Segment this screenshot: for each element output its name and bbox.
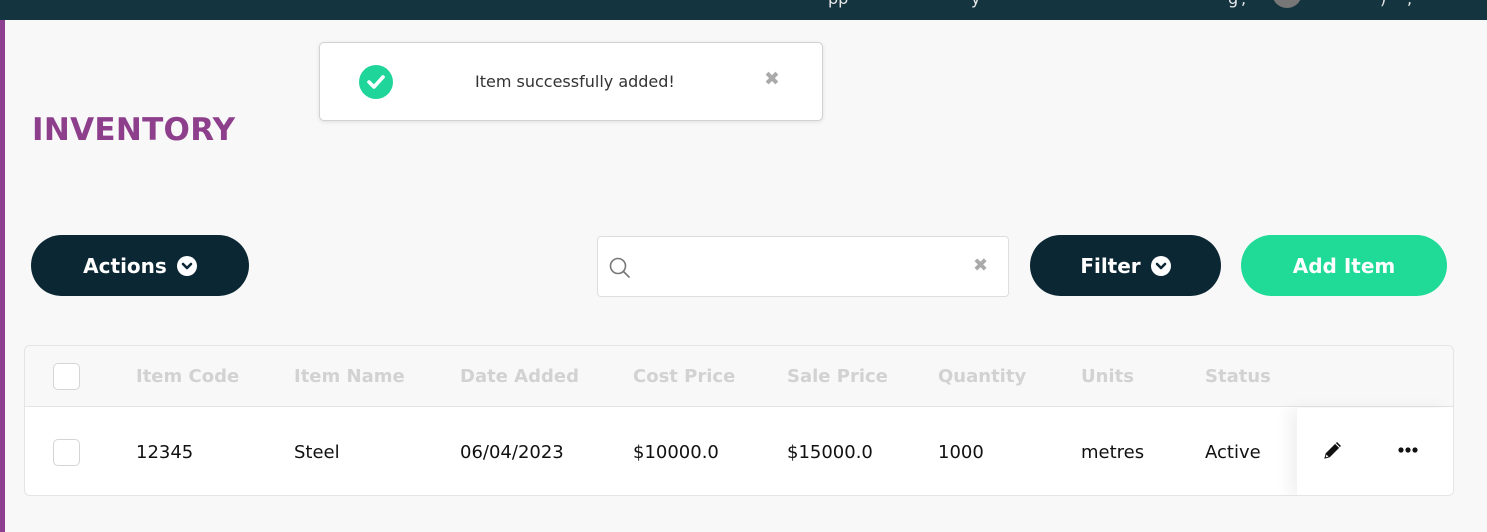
cell-units: metres <box>1081 442 1145 463</box>
filter-label: Filter <box>1080 253 1141 278</box>
select-all-checkbox[interactable] <box>53 363 80 390</box>
table-row[interactable]: 12345 Steel 06/04/2023 $10000.0 $15000.0… <box>25 408 1453 495</box>
more-horizontal-icon[interactable] <box>1397 438 1419 458</box>
add-item-label: Add Item <box>1292 253 1396 278</box>
row-actions <box>1297 408 1453 495</box>
close-icon[interactable]: ✖ <box>764 70 780 89</box>
check-circle-icon <box>359 65 393 99</box>
avatar[interactable] <box>1272 0 1302 8</box>
cell-status: Active <box>1205 442 1261 463</box>
column-header-status[interactable]: Status <box>1205 366 1271 387</box>
search-icon <box>608 256 632 284</box>
column-header-units[interactable]: Units <box>1081 366 1134 387</box>
filter-button[interactable]: Filter <box>1030 235 1221 296</box>
column-header-item-code[interactable]: Item Code <box>136 366 239 387</box>
column-header-cost-price[interactable]: Cost Price <box>633 366 735 387</box>
cell-item-name: Steel <box>294 442 340 463</box>
cell-cost-price: $10000.0 <box>633 442 719 463</box>
cell-date-added: 06/04/2023 <box>460 442 564 463</box>
nav-partial-text: y <box>971 0 980 8</box>
success-toast: Item successfully added! ✖ <box>319 42 823 121</box>
nav-partial-text: pp <box>828 0 848 8</box>
chevron-down-icon <box>176 255 197 276</box>
row-checkbox[interactable] <box>53 439 80 466</box>
actions-label: Actions <box>83 253 167 278</box>
top-nav-bar: pp y g , ) , <box>0 0 1487 20</box>
column-header-sale-price[interactable]: Sale Price <box>787 366 888 387</box>
table-header: Item Code Item Name Date Added Cost Pric… <box>25 346 1453 407</box>
column-header-item-name[interactable]: Item Name <box>294 366 405 387</box>
column-header-date-added[interactable]: Date Added <box>460 366 579 387</box>
page-title: INVENTORY <box>32 112 236 148</box>
nav-partial-text: , <box>1407 0 1412 8</box>
nav-partial-text: g <box>1228 0 1238 8</box>
search-box: ✖ <box>597 236 1009 297</box>
column-header-quantity[interactable]: Quantity <box>938 366 1026 387</box>
search-input[interactable] <box>642 249 962 285</box>
chevron-down-icon <box>1150 255 1171 276</box>
cell-quantity: 1000 <box>938 442 984 463</box>
add-item-button[interactable]: Add Item <box>1241 235 1447 296</box>
inventory-table: Item Code Item Name Date Added Cost Pric… <box>24 345 1454 496</box>
pencil-icon[interactable] <box>1322 439 1344 465</box>
cell-sale-price: $15000.0 <box>787 442 873 463</box>
nav-partial-text: , <box>1241 0 1246 8</box>
cell-item-code: 12345 <box>136 442 194 463</box>
clear-search-icon[interactable]: ✖ <box>973 257 988 275</box>
sidebar-accent-bar <box>0 20 5 532</box>
actions-button[interactable]: Actions <box>31 235 249 296</box>
toast-message: Item successfully added! <box>475 72 675 91</box>
nav-partial-text: ) <box>1380 0 1386 8</box>
